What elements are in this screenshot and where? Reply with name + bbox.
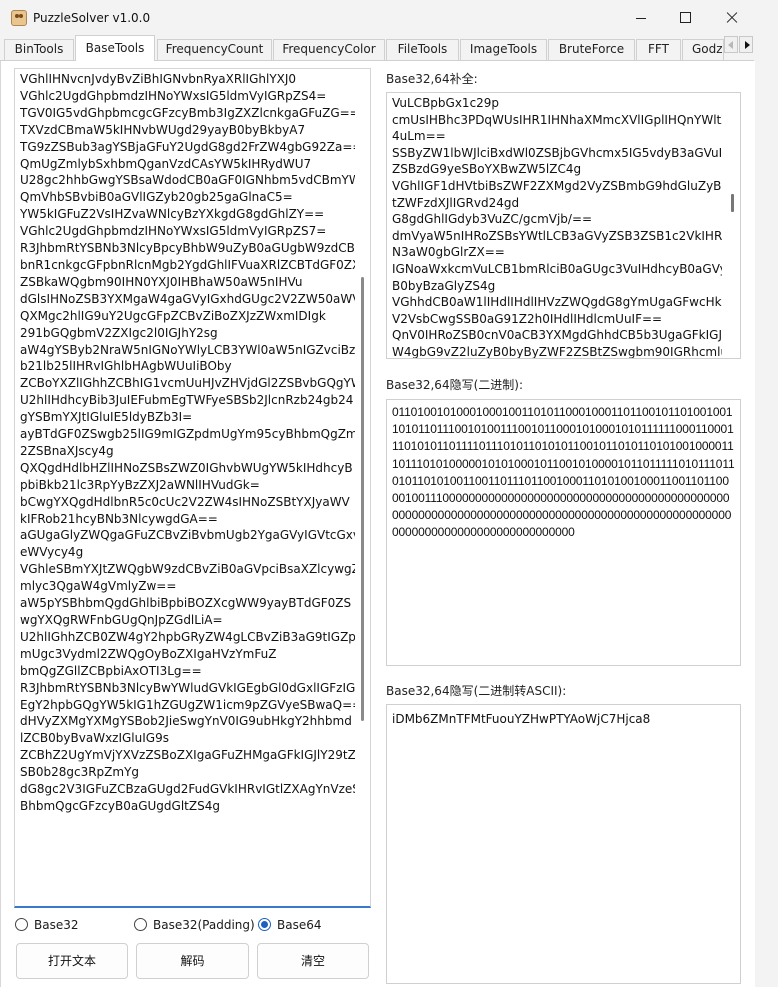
- radio-base32[interactable]: Base32: [15, 917, 79, 935]
- tab-fft[interactable]: FFT: [636, 39, 681, 60]
- input-scrollbar[interactable]: [361, 277, 364, 721]
- tab-frequencycolor[interactable]: FrequencyColor: [273, 39, 385, 60]
- padding-output-scrollbar[interactable]: [731, 194, 734, 212]
- title-bar: PuzzleSolver v1.0.0: [0, 0, 778, 36]
- clear-button[interactable]: 清空: [257, 943, 369, 979]
- padding-output[interactable]: VuLCBpbGx1c29p cmUsIHBhc3PDqWUsIHR1IHNha…: [386, 92, 741, 359]
- minimize-button[interactable]: [618, 0, 664, 36]
- padding-output-text: VuLCBpbGx1c29p cmUsIHBhc3PDqWUsIHR1IHNha…: [392, 96, 722, 358]
- input-text: VGhlIHNvcnJvdyBvZiBhIGNvbnRyaXRlIGhlYXJ0…: [20, 72, 355, 813]
- maximize-button[interactable]: [662, 0, 708, 36]
- binary-label: Base32,64隐写(二进制):: [386, 378, 523, 392]
- radio-base32-circle[interactable]: [15, 918, 28, 931]
- radio-base32-padding-circle[interactable]: [134, 918, 147, 931]
- radio-base64-circle[interactable]: [258, 918, 271, 931]
- binary-output-text: 0110100101000100010011010110001000110110…: [392, 405, 735, 540]
- ascii-label: Base32,64隐写(二进制转ASCII):: [386, 684, 567, 698]
- close-button[interactable]: [708, 0, 754, 36]
- tab-scroll-left-icon[interactable]: [724, 36, 738, 53]
- radio-base64-label: Base64: [277, 918, 322, 932]
- app-icon: [11, 10, 27, 26]
- radio-base32-label: Base32: [34, 918, 79, 932]
- binary-output[interactable]: 0110100101000100010011010110001000110110…: [386, 399, 741, 666]
- ascii-output-text: iDMb6ZMnTFMtFuouYZHwPTYAoWjC7Hjca8: [392, 712, 651, 726]
- tab-filetools[interactable]: FileTools: [386, 39, 459, 60]
- tab-bintools[interactable]: BinTools: [4, 39, 74, 60]
- tab-godzilla[interactable]: Godzi: [682, 39, 724, 60]
- tab-scroll-right-icon[interactable]: [739, 36, 753, 53]
- radio-base32-padding[interactable]: Base32(Padding): [134, 917, 255, 935]
- tab-bruteforce[interactable]: BruteForce: [548, 39, 635, 60]
- tab-basetools[interactable]: BaseTools: [75, 35, 155, 61]
- padding-label: Base32,64补全:: [386, 72, 478, 86]
- ascii-output[interactable]: iDMb6ZMnTFMtFuouYZHwPTYAoWjC7Hjca8: [386, 704, 741, 984]
- radio-base64[interactable]: Base64: [258, 917, 322, 935]
- tab-frequencycount[interactable]: FrequencyCount: [157, 39, 272, 60]
- input-textarea[interactable]: VGhlIHNvcnJvdyBvZiBhIGNvbnRyaXRlIGhlYXJ0…: [14, 68, 371, 908]
- window-title: PuzzleSolver v1.0.0: [33, 11, 151, 25]
- radio-base32-padding-label: Base32(Padding): [153, 918, 255, 932]
- tab-imagetools[interactable]: ImageTools: [460, 39, 547, 60]
- decode-button[interactable]: 解码: [136, 943, 249, 979]
- open-text-button[interactable]: 打开文本: [16, 943, 128, 979]
- tab-scroll-arrows: [724, 36, 754, 54]
